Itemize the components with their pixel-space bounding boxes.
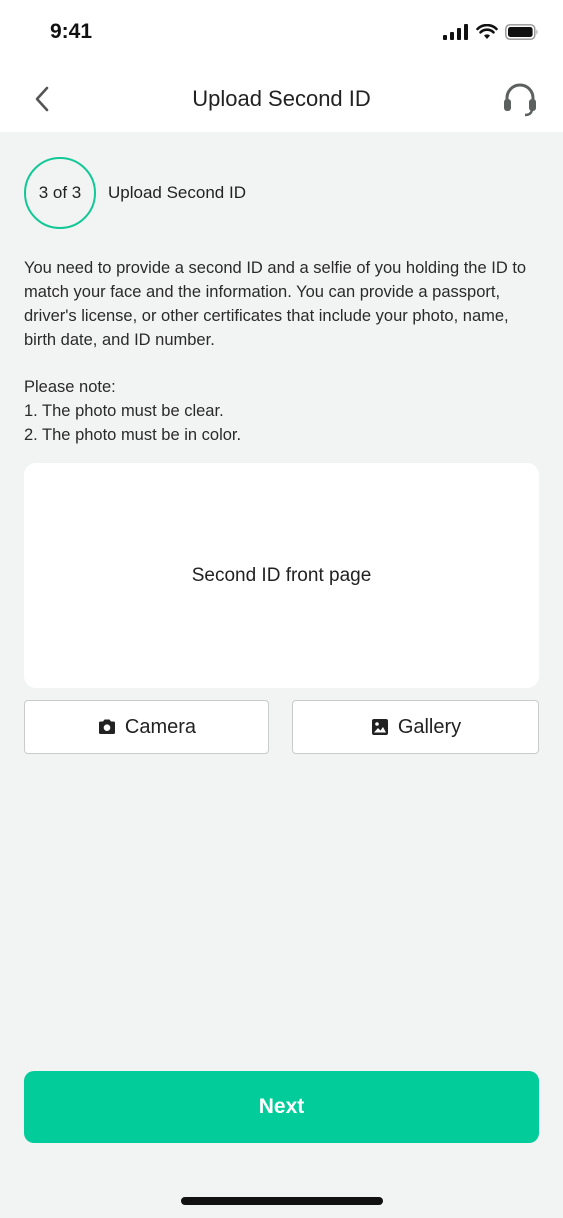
- battery-icon: [505, 24, 538, 40]
- support-button[interactable]: [501, 80, 539, 118]
- page-title: Upload Second ID: [192, 86, 371, 111]
- source-buttons: Camera Gallery: [24, 700, 539, 754]
- id-upload-area[interactable]: Second ID front page: [24, 463, 539, 688]
- gallery-label: Gallery: [397, 715, 462, 738]
- instruction-text: You need to provide a second ID and a se…: [24, 259, 527, 349]
- camera-icon: [98, 719, 115, 734]
- note-item: 1. The photo must be clear.: [24, 402, 224, 420]
- status-bar: 9:41: [0, 0, 563, 66]
- headset-icon: [504, 83, 536, 117]
- status-icons: [443, 24, 539, 40]
- nav-bar: Upload Second ID: [0, 66, 563, 132]
- notes-heading: Please note:: [24, 378, 116, 396]
- step-circle: 3 of 3: [24, 157, 96, 229]
- wifi-icon: [476, 24, 498, 39]
- status-time: 9:41: [50, 20, 93, 43]
- notes-block: Please note: 1. The photo must be clear.…: [24, 375, 540, 447]
- note-item: 2. The photo must be in color.: [24, 426, 242, 444]
- image-icon: [371, 719, 388, 735]
- signal-icon: [443, 24, 468, 40]
- step-label: Upload Second ID: [108, 183, 246, 202]
- step-indicator: 3 of 3 Upload Second ID: [24, 157, 246, 229]
- camera-label: Camera: [124, 715, 197, 738]
- gallery-button[interactable]: Gallery: [292, 700, 539, 754]
- camera-button[interactable]: Camera: [24, 700, 269, 754]
- upload-label: Second ID front page: [191, 564, 372, 586]
- home-indicator: [181, 1197, 383, 1205]
- next-button[interactable]: Next: [24, 1071, 539, 1143]
